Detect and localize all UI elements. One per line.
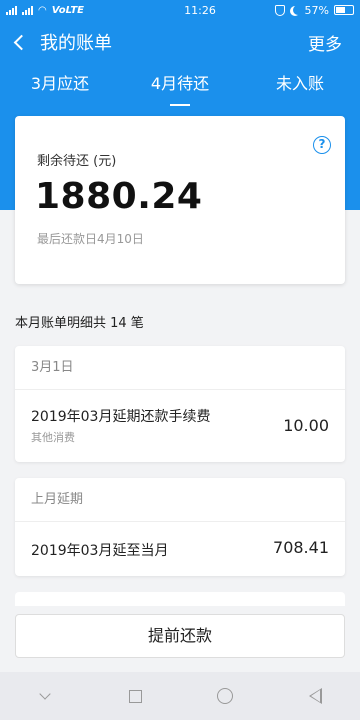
signal-icon	[6, 5, 17, 15]
prepay-button[interactable]: 提前还款	[15, 614, 345, 658]
battery-percent: 57%	[304, 3, 329, 17]
tab-unposted[interactable]: 未入账	[240, 64, 360, 110]
status-time: 11:26	[184, 3, 216, 17]
help-icon[interactable]: ?	[313, 136, 331, 154]
group-title: 上月延期	[15, 478, 345, 522]
tab-march-due[interactable]: 3月应还	[0, 64, 120, 110]
bill-group: 3月1日 2019年03月延期还款手续费 其他消费 10.00	[15, 346, 345, 462]
square-icon	[128, 689, 142, 703]
battery-icon	[334, 5, 354, 15]
remaining-label: 剩余待还 (元)	[37, 154, 117, 169]
status-bar: ◠ VoLTE 11:26 57%	[0, 0, 360, 20]
item-amount: 10.00	[283, 416, 329, 435]
home-button[interactable]	[205, 676, 245, 716]
detail-header: 本月账单明细共 14 笔	[15, 316, 144, 331]
bill-group: 上月延期 2019年03月延至当月 708.41	[15, 478, 345, 576]
hide-nav-button[interactable]	[25, 676, 65, 716]
list-item[interactable]: 2019年03月延至当月 708.41	[15, 522, 345, 576]
back-icon[interactable]	[0, 20, 36, 64]
due-date: 最后还款日4月10日	[37, 232, 144, 246]
summary-card: 剩余待还 (元) ? 1880.24 最后还款日4月10日	[15, 116, 345, 284]
status-right: 57%	[274, 3, 354, 17]
list-item[interactable]: 2019年03月延期还款手续费 其他消费 10.00	[15, 390, 345, 462]
status-left: ◠ VoLTE	[6, 5, 136, 16]
signal-icon-2	[22, 5, 33, 15]
page-title: 我的账单	[40, 33, 112, 54]
triangle-back-icon	[308, 688, 322, 704]
shield-icon	[274, 4, 285, 16]
system-nav-bar	[0, 672, 360, 720]
remaining-amount: 1880.24	[35, 176, 203, 217]
circle-icon	[217, 688, 233, 704]
moon-icon	[293, 5, 303, 15]
item-amount: 708.41	[273, 538, 329, 557]
nav-bar: 我的账单 更多	[0, 20, 360, 64]
more-button[interactable]: 更多	[308, 30, 342, 55]
network-label: VoLTE	[51, 4, 84, 16]
month-tabs: 3月应还 4月待还 未入账	[0, 64, 360, 110]
tab-april-pending[interactable]: 4月待还	[120, 64, 240, 110]
group-title: 3月1日	[15, 346, 345, 390]
chevron-down-icon	[39, 688, 51, 700]
wifi-icon: ◠	[38, 4, 47, 16]
back-nav-button[interactable]	[295, 676, 335, 716]
recents-button[interactable]	[115, 676, 155, 716]
